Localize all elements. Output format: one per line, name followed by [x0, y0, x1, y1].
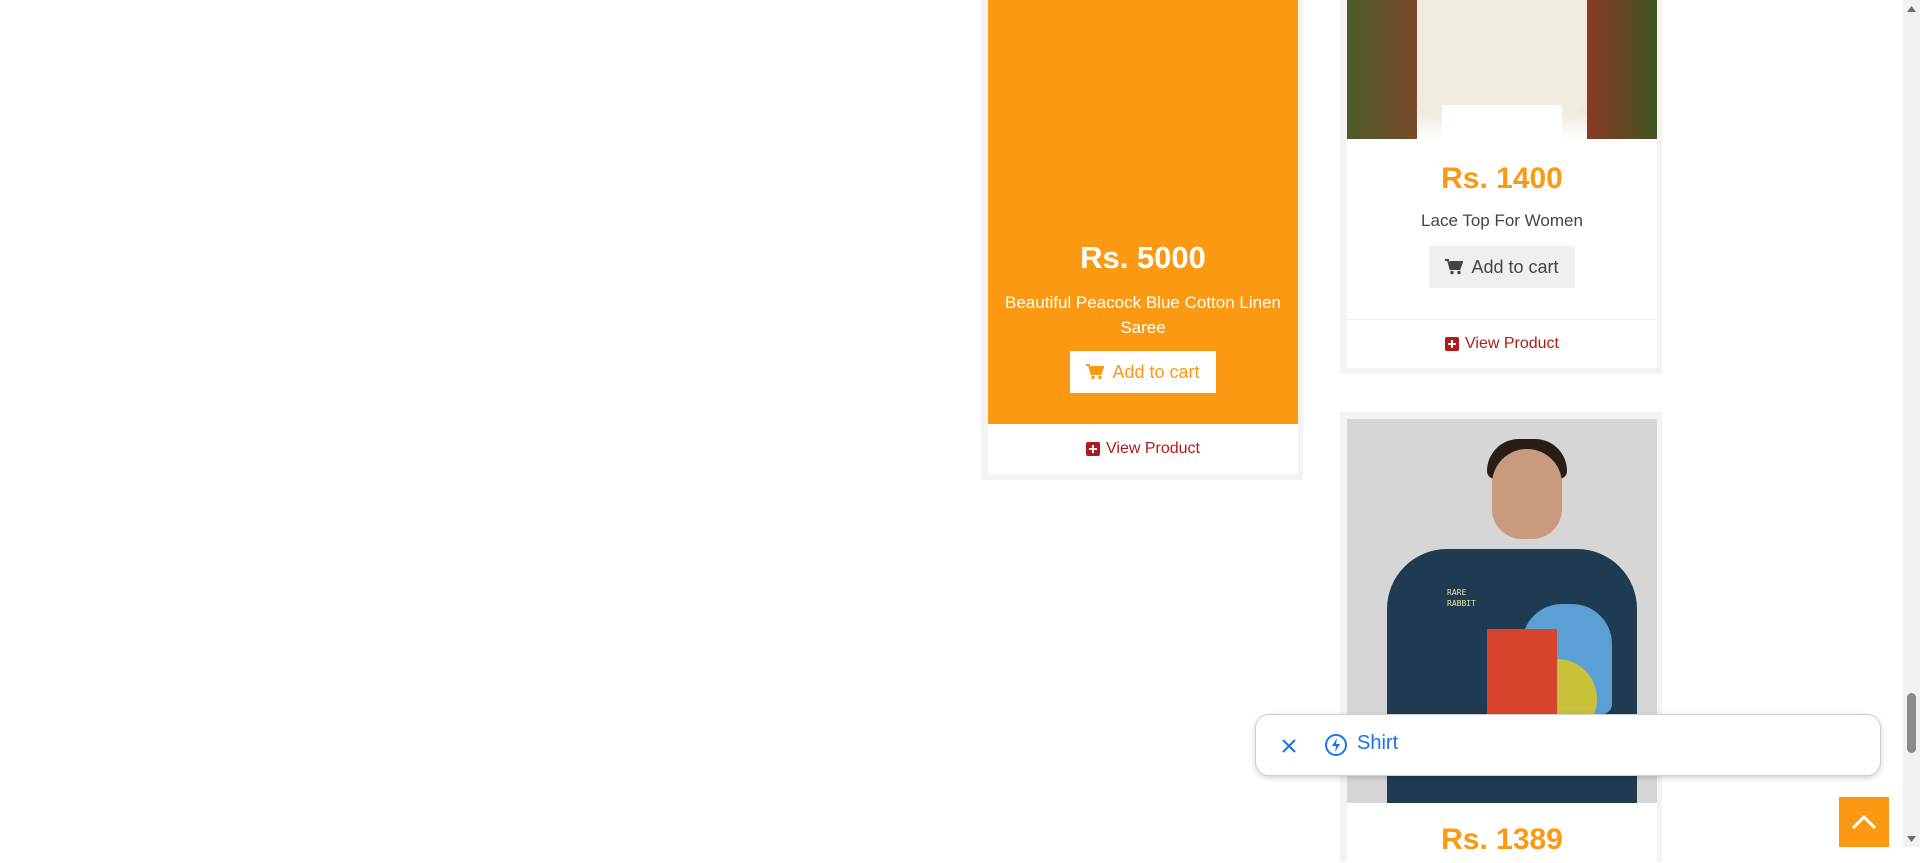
- view-product-label: View Product: [1106, 440, 1200, 457]
- shirt-print-text: RARE RABBIT: [1447, 588, 1476, 608]
- product-image[interactable]: [1347, 0, 1657, 139]
- add-to-cart-button[interactable]: Add to cart: [1429, 246, 1575, 288]
- product-title[interactable]: Beautiful Peacock Blue Cotton Linen Sare…: [996, 290, 1290, 340]
- view-product-link[interactable]: View Product: [1347, 320, 1657, 368]
- scroll-to-top-button[interactable]: [1839, 797, 1889, 847]
- add-to-cart-label: Add to cart: [1112, 361, 1200, 382]
- suggestion-chip-label: Shirt: [1357, 732, 1399, 754]
- scroll-down-arrow[interactable]: [1903, 830, 1920, 847]
- add-to-cart-label: Add to cart: [1471, 256, 1559, 277]
- product-price: Rs. 1400: [1441, 162, 1563, 195]
- product-price: Rs. 1389: [1441, 823, 1563, 856]
- scrollbar-thumb[interactable]: [1907, 693, 1916, 753]
- view-product-link[interactable]: View Product: [988, 424, 1298, 474]
- plus-square-icon: [1086, 442, 1100, 456]
- cart-icon: [1445, 259, 1464, 275]
- product-title[interactable]: Lace Top For Women: [1347, 211, 1657, 231]
- close-icon[interactable]: [1274, 731, 1304, 761]
- chevron-up-icon: [1851, 814, 1877, 830]
- cart-icon: [1086, 364, 1105, 380]
- scroll-up-arrow[interactable]: [1903, 0, 1920, 17]
- product-price: Rs. 5000: [1080, 240, 1206, 275]
- plus-square-icon: [1445, 337, 1459, 351]
- suggestion-chip[interactable]: Shirt: [1255, 714, 1881, 776]
- view-product-label: View Product: [1465, 335, 1559, 352]
- vertical-scrollbar[interactable]: [1903, 0, 1920, 847]
- add-to-cart-button[interactable]: Add to cart: [1070, 351, 1216, 393]
- bolt-icon: [1325, 734, 1347, 756]
